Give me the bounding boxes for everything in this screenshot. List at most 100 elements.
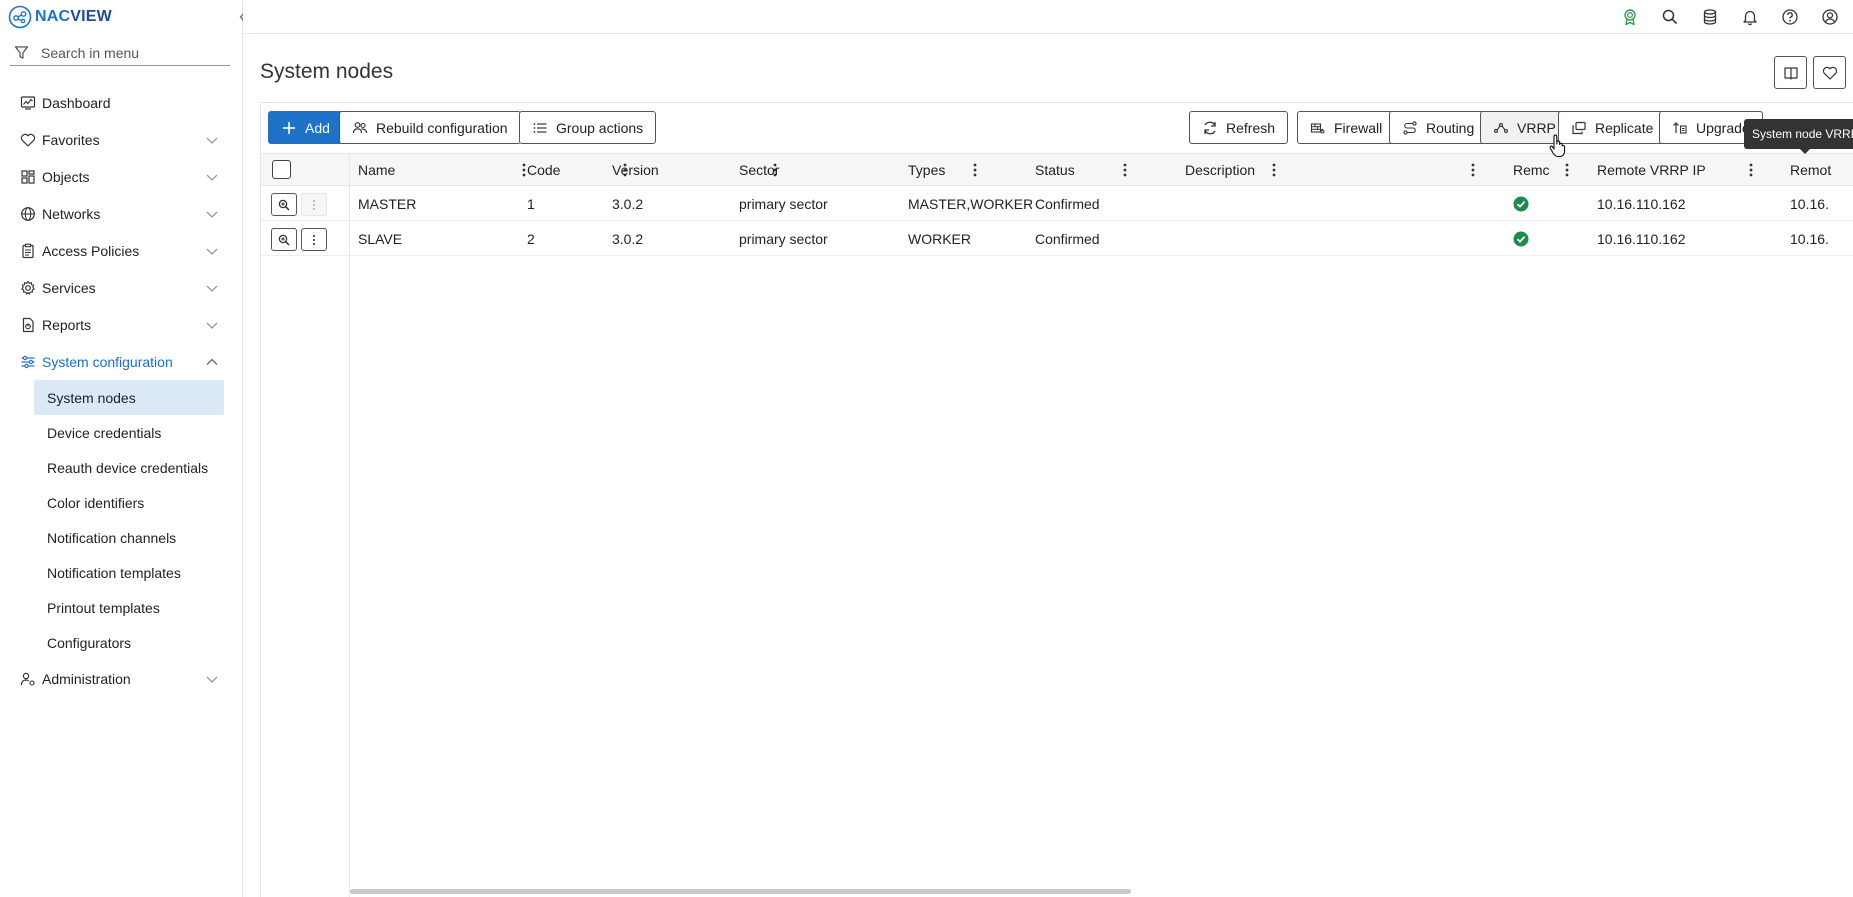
- cell-remote-2: 10.16.: [1790, 195, 1829, 212]
- column-header-status[interactable]: Status: [1035, 154, 1075, 185]
- column-menu-icon[interactable]: [1560, 162, 1574, 178]
- page-actions: [1774, 56, 1846, 89]
- sidebar-item-access-policies[interactable]: Access Policies: [0, 232, 243, 269]
- sidebar-subitem-notification-templates[interactable]: Notification templates: [34, 555, 224, 590]
- search-icon[interactable]: [1661, 8, 1679, 26]
- brand-logo[interactable]: NACVIEW: [8, 4, 112, 30]
- refresh-button[interactable]: Refresh: [1189, 111, 1289, 144]
- add-button[interactable]: Add: [268, 111, 343, 144]
- column-header-types[interactable]: Types: [908, 154, 945, 185]
- sidebar-item-system-configuration[interactable]: System configuration: [0, 343, 243, 380]
- column-menu-icon[interactable]: [968, 162, 982, 178]
- refresh-icon: [1204, 121, 1216, 134]
- column-header-code[interactable]: Code: [527, 154, 560, 185]
- upgrade-label: Upgrade: [1696, 119, 1750, 136]
- chevron-down-icon: [206, 174, 218, 181]
- add-to-favorites-button[interactable]: [1813, 56, 1846, 89]
- column-header-remote-2[interactable]: Remot: [1790, 154, 1853, 185]
- column-menu-icon[interactable]: [1267, 162, 1281, 178]
- horizontal-scrollbar[interactable]: [350, 889, 1131, 894]
- vrrp-tooltip: System node VRRP: [1744, 119, 1853, 154]
- firewall-button[interactable]: Firewall: [1297, 111, 1396, 144]
- cell-name: MASTER: [358, 195, 417, 212]
- replicate-label: Replicate: [1595, 119, 1654, 136]
- table-row[interactable]: MASTER 1 3.0.2 primary sector MASTER,WOR…: [261, 186, 1853, 221]
- system-configuration-submenu: System nodes Device credentials Reauth d…: [34, 380, 224, 660]
- routing-button[interactable]: Routing: [1389, 111, 1488, 144]
- row-menu-button[interactable]: [301, 228, 327, 251]
- column-header-label: Version: [612, 161, 659, 178]
- sidebar-subitem-notification-channels[interactable]: Notification channels: [34, 520, 224, 555]
- bell-icon[interactable]: [1741, 8, 1759, 26]
- sidebar-subitem-configurators[interactable]: Configurators: [34, 625, 224, 660]
- clipboard-icon: [22, 243, 34, 258]
- replicate-button[interactable]: Replicate: [1558, 111, 1667, 144]
- column-header-remote-vrrp-ip[interactable]: Remote VRRP IP: [1597, 154, 1706, 185]
- row-preview-button[interactable]: [271, 193, 297, 216]
- sidebar-item-dashboard[interactable]: Dashboard: [0, 84, 243, 121]
- column-header-label: Sector: [739, 161, 780, 178]
- column-header-remote[interactable]: Remc: [1513, 154, 1550, 185]
- menu-search-input[interactable]: [41, 44, 221, 61]
- select-all-checkbox[interactable]: [272, 160, 291, 179]
- sidebar-item-label: Favorites: [42, 131, 100, 148]
- user-cog-icon: [20, 672, 35, 686]
- cell-remote-status: [1513, 221, 1573, 256]
- column-header-version[interactable]: Version: [612, 154, 659, 185]
- column-menu-icon[interactable]: [1744, 162, 1758, 178]
- cell-types: WORKER: [908, 230, 971, 247]
- sidebar-subitem-device-credentials[interactable]: Device credentials: [34, 415, 224, 450]
- cell-status: Confirmed: [1035, 195, 1100, 212]
- sidebar-item-reports[interactable]: Reports: [0, 306, 243, 343]
- column-header-sector[interactable]: Sector: [739, 154, 779, 185]
- group-actions-button[interactable]: Group actions: [519, 111, 657, 144]
- sidebar-item-networks[interactable]: Networks: [0, 195, 243, 232]
- column-menu-icon[interactable]: [1118, 162, 1132, 178]
- sidebar-subitem-system-nodes[interactable]: System nodes: [34, 380, 224, 415]
- sidebar-subitem-reauth-device-credentials[interactable]: Reauth device credentials: [34, 450, 224, 485]
- rebuild-configuration-button[interactable]: Rebuild configuration: [339, 111, 521, 144]
- cell-status: Confirmed: [1035, 230, 1100, 247]
- firewall-label: Firewall: [1334, 119, 1383, 136]
- column-header-description[interactable]: Description: [1185, 154, 1255, 185]
- heart-icon: [1822, 66, 1837, 80]
- column-header-label: Status: [1035, 161, 1075, 178]
- chevron-down-icon: [206, 137, 218, 144]
- group-actions-label: Group actions: [556, 119, 644, 136]
- sidebar-item-objects[interactable]: Objects: [0, 158, 243, 195]
- routing-icon: [1403, 120, 1417, 135]
- row-menu-button[interactable]: [301, 193, 327, 216]
- documentation-button[interactable]: [1774, 56, 1807, 89]
- replicate-icon: [1572, 121, 1586, 134]
- table-header: Name Code Version Sector Types Status De…: [261, 153, 1853, 186]
- column-header-label: Description: [1185, 161, 1256, 178]
- objects-icon: [21, 169, 35, 184]
- sidebar-item-administration[interactable]: Administration: [0, 660, 243, 697]
- sidebar: NACVIEW Dashboard Favorites Objects: [0, 0, 246, 897]
- plus-icon: [283, 121, 295, 134]
- row-preview-button[interactable]: [271, 228, 297, 251]
- sliders-icon: [21, 355, 35, 368]
- column-header-name[interactable]: Name: [358, 154, 395, 185]
- cell-sector: primary sector: [739, 195, 828, 212]
- sidebar-item-services[interactable]: Services: [0, 269, 243, 306]
- license-badge-icon[interactable]: [1621, 8, 1639, 26]
- user-account-icon[interactable]: [1821, 8, 1839, 26]
- sidebar-item-label: Administration: [42, 670, 131, 687]
- globe-icon: [21, 206, 35, 221]
- cell-remote-vrrp-ip: 10.16.110.162: [1597, 195, 1686, 212]
- sidebar-subitem-color-identifiers[interactable]: Color identifiers: [34, 485, 224, 520]
- sidebar-item-favorites[interactable]: Favorites: [0, 121, 243, 158]
- list-icon: [533, 122, 547, 133]
- table-row[interactable]: SLAVE 2 3.0.2 primary sector WORKER Conf…: [261, 221, 1853, 256]
- sidebar-subitem-printout-templates[interactable]: Printout templates: [34, 590, 224, 625]
- more-vertical-icon: [313, 199, 315, 210]
- cell-code: 2: [527, 230, 535, 247]
- top-bar: [243, 0, 1853, 34]
- column-menu-icon[interactable]: [1466, 162, 1480, 178]
- help-icon[interactable]: [1781, 8, 1799, 26]
- database-icon[interactable]: [1701, 8, 1719, 26]
- users-icon: [352, 121, 368, 133]
- refresh-label: Refresh: [1226, 119, 1276, 136]
- report-icon: [22, 317, 34, 332]
